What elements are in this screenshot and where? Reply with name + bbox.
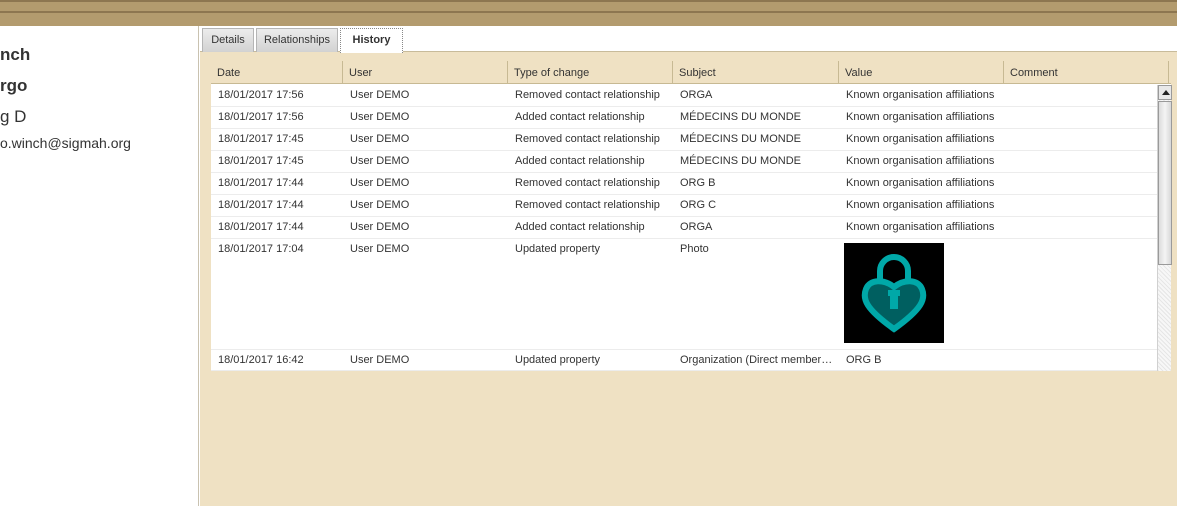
cell-type: Removed contact relationship — [515, 89, 660, 101]
table-row[interactable]: 18/01/2017 17:44 User DEMO Added contact… — [211, 217, 1157, 239]
cell-user: User DEMO — [350, 155, 410, 167]
cell-user: User DEMO — [350, 89, 410, 101]
cell-comment — [1004, 195, 1154, 216]
tab-history[interactable]: History — [340, 28, 403, 53]
table-row[interactable]: 18/01/2017 17:44 User DEMO Removed conta… — [211, 173, 1157, 195]
cell-subject: Organization (Direct members… — [680, 354, 835, 366]
table-row[interactable]: 18/01/2017 17:45 User DEMO Removed conta… — [211, 129, 1157, 151]
cell-date: 18/01/2017 16:42 — [218, 354, 304, 366]
banner-line — [0, 11, 1177, 13]
history-grid: Date User Type of change Subject Value C… — [211, 61, 1172, 371]
cell-user: User DEMO — [350, 177, 410, 189]
cell-comment — [1004, 217, 1154, 238]
contact-organization: rgo — [0, 76, 28, 95]
table-row[interactable]: 18/01/2017 16:42 User DEMO Updated prope… — [211, 350, 1157, 371]
cell-user: User DEMO — [350, 199, 410, 211]
cell-value: Known organisation affiliations — [846, 89, 995, 101]
table-row[interactable]: 18/01/2017 17:45 User DEMO Added contact… — [211, 151, 1157, 173]
column-header-value[interactable]: Value — [839, 61, 1004, 84]
cell-value: ORG B — [846, 354, 882, 366]
column-header-subject[interactable]: Subject — [673, 61, 839, 84]
table-row[interactable]: 18/01/2017 17:04 User DEMO Updated prope… — [211, 239, 1157, 350]
cell-comment — [1004, 350, 1154, 371]
contact-summary-panel: nch rgo g D o.winch@sigmah.org — [0, 26, 199, 506]
cell-date: 18/01/2017 17:44 — [218, 199, 304, 211]
cell-type: Removed contact relationship — [515, 199, 660, 211]
cell-subject: Photo — [680, 243, 709, 255]
cell-type: Updated property — [515, 354, 600, 366]
scroll-up-arrow-icon[interactable] — [1158, 85, 1172, 100]
top-banner — [0, 0, 1177, 26]
cell-user: User DEMO — [350, 221, 410, 233]
tab-bar: Details Relationships History — [200, 26, 1177, 53]
cell-comment — [1004, 173, 1154, 194]
cell-value: Known organisation affiliations — [846, 111, 995, 123]
cell-subject: MÉDECINS DU MONDE — [680, 133, 802, 145]
table-row[interactable]: 18/01/2017 17:56 User DEMO Added contact… — [211, 107, 1157, 129]
cell-value: Known organisation affiliations — [846, 221, 995, 233]
column-header-comment[interactable]: Comment — [1004, 61, 1169, 84]
cell-subject: ORG C — [680, 199, 717, 211]
column-header-type[interactable]: Type of change — [508, 61, 673, 84]
cell-date: 18/01/2017 17:56 — [218, 111, 304, 123]
cell-comment — [1004, 85, 1154, 106]
contact-email: o.winch@sigmah.org — [0, 135, 131, 151]
cell-value: Known organisation affiliations — [846, 177, 995, 189]
cell-value: Known organisation affiliations — [846, 199, 995, 211]
cell-type: Removed contact relationship — [515, 133, 660, 145]
cell-subject: MÉDECINS DU MONDE — [680, 111, 802, 123]
column-header-date[interactable]: Date — [211, 61, 343, 84]
cell-user: User DEMO — [350, 243, 410, 255]
cell-value: Known organisation affiliations — [846, 155, 995, 167]
cell-date: 18/01/2017 17:44 — [218, 221, 304, 233]
cell-type: Added contact relationship — [515, 221, 645, 233]
cell-type: Updated property — [515, 243, 600, 255]
grid-header: Date User Type of change Subject Value C… — [211, 61, 1171, 84]
cell-date: 18/01/2017 17:45 — [218, 155, 304, 167]
lock-icon — [861, 254, 927, 333]
cell-comment — [1004, 107, 1154, 128]
table-row[interactable]: 18/01/2017 17:56 User DEMO Removed conta… — [211, 85, 1157, 107]
cell-type: Removed contact relationship — [515, 177, 660, 189]
contact-org-affiliation: g D — [0, 107, 27, 126]
banner-line — [0, 0, 1177, 2]
cell-date: 18/01/2017 17:56 — [218, 89, 304, 101]
cell-subject: MÉDECINS DU MONDE — [680, 155, 802, 167]
cell-type: Added contact relationship — [515, 111, 645, 123]
contact-name: nch — [0, 45, 31, 64]
cell-user: User DEMO — [350, 354, 410, 366]
cell-date: 18/01/2017 17:04 — [218, 243, 304, 255]
scrollbar-thumb[interactable] — [1158, 101, 1172, 265]
cell-date: 18/01/2017 17:44 — [218, 177, 304, 189]
lock-photo-thumbnail[interactable] — [844, 243, 944, 343]
cell-user: User DEMO — [350, 133, 410, 145]
vertical-scrollbar[interactable] — [1157, 85, 1172, 371]
column-header-user[interactable]: User — [343, 61, 508, 84]
contact-detail-panel: Details Relationships History Date User … — [200, 26, 1177, 506]
cell-subject: ORG B — [680, 177, 716, 189]
table-row[interactable]: 18/01/2017 17:44 User DEMO Removed conta… — [211, 195, 1157, 217]
cell-subject: ORGA — [680, 221, 713, 233]
tab-details[interactable]: Details — [202, 28, 254, 52]
cell-user: User DEMO — [350, 111, 410, 123]
cell-type: Added contact relationship — [515, 155, 645, 167]
cell-subject: ORGA — [680, 89, 713, 101]
cell-date: 18/01/2017 17:45 — [218, 133, 304, 145]
cell-comment — [1004, 129, 1154, 150]
tab-relationships[interactable]: Relationships — [256, 28, 338, 52]
cell-value: Known organisation affiliations — [846, 133, 995, 145]
cell-comment — [1004, 239, 1154, 260]
cell-comment — [1004, 151, 1154, 172]
